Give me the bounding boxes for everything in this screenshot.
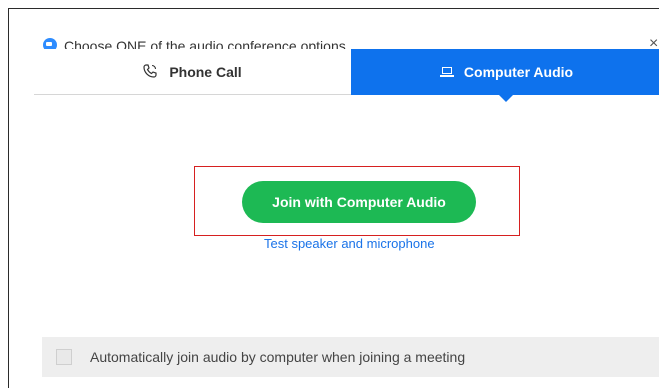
tab-phone-call[interactable]: Phone Call (34, 49, 351, 95)
auto-join-label: Automatically join audio by computer whe… (90, 349, 466, 365)
test-speaker-microphone-link[interactable]: Test speaker and microphone (264, 236, 435, 252)
audio-tabs: Phone Call Computer Audio (34, 49, 659, 102)
join-computer-audio-button[interactable]: Join with Computer Audio (242, 181, 476, 223)
dialog-footer: Automatically join audio by computer whe… (42, 337, 659, 377)
phone-icon (143, 63, 157, 80)
laptop-icon (439, 66, 454, 78)
tab-phone-call-label: Phone Call (169, 63, 242, 80)
auto-join-checkbox[interactable] (56, 349, 72, 365)
tab-computer-audio[interactable]: Computer Audio (351, 49, 659, 102)
tab-computer-audio-label: Computer Audio (463, 64, 574, 80)
